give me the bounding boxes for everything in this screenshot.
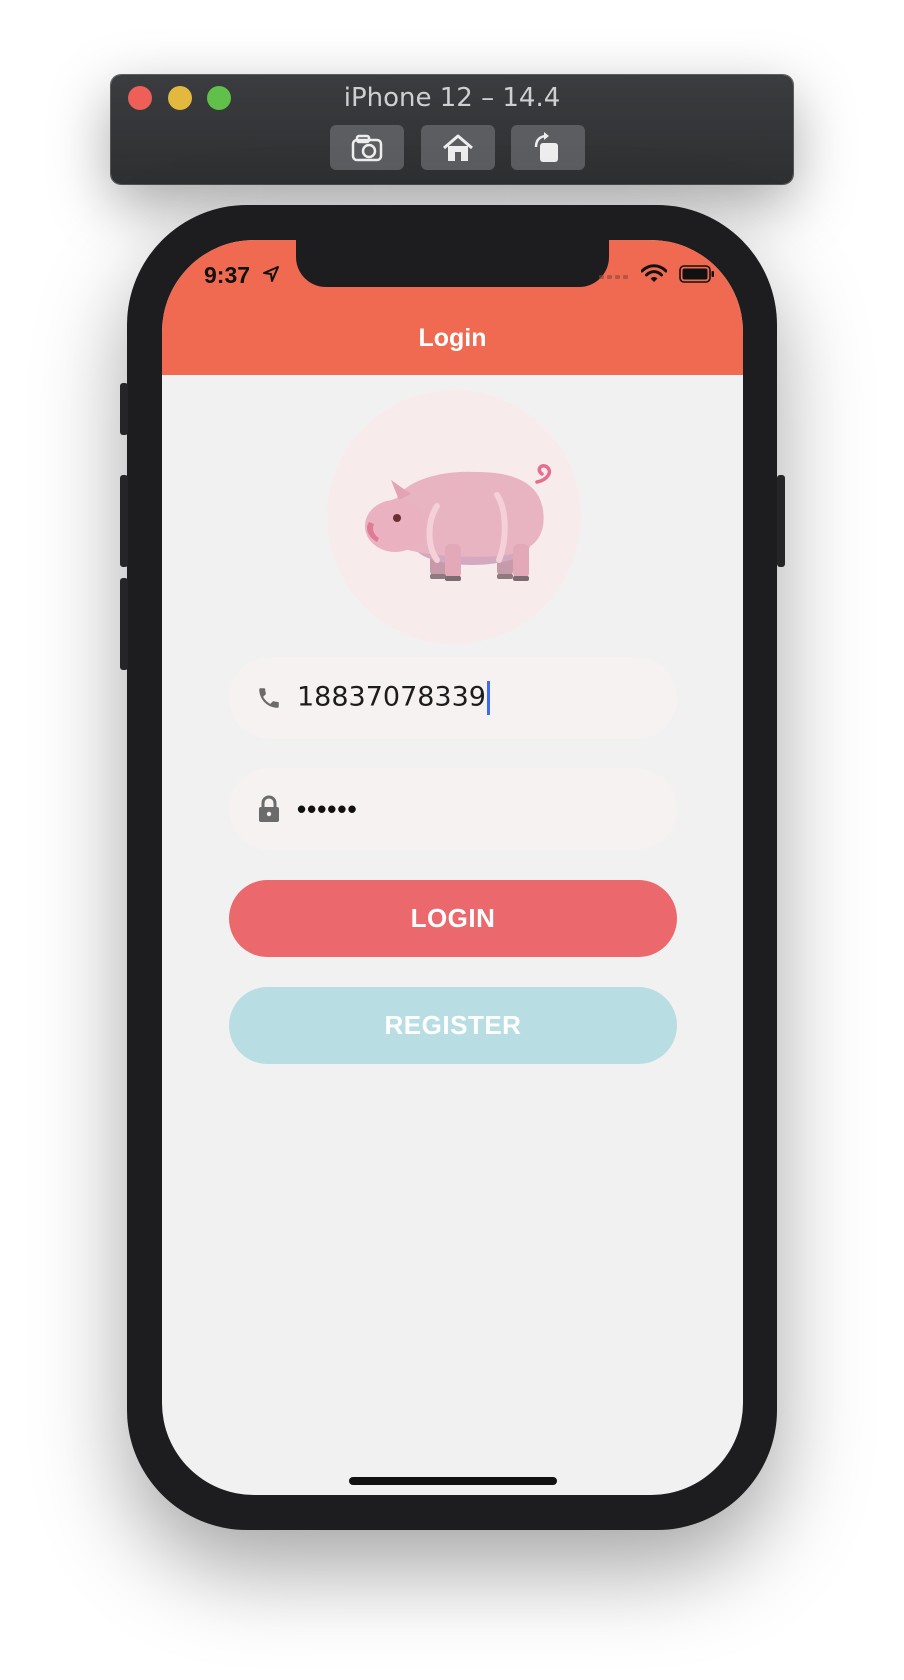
notch [296, 240, 609, 287]
simulator-title: iPhone 12 – 14.4 [343, 83, 561, 113]
wifi-icon [641, 264, 667, 282]
password-field[interactable]: •••••• [229, 768, 677, 850]
phone-input[interactable]: 18837078339 [297, 681, 490, 715]
register-button[interactable]: REGISTER [229, 987, 677, 1064]
nav-bar: 9:37 Login [162, 240, 743, 375]
phone-value: 18837078339 [297, 681, 486, 713]
page-title: Login [418, 324, 487, 352]
rotate-button[interactable] [511, 125, 585, 170]
home-indicator[interactable] [349, 1477, 557, 1485]
mute-switch [120, 383, 128, 435]
logo [327, 390, 581, 644]
app-screen: 9:37 Login 18837078339 •••••• LOGIN REGI… [162, 240, 743, 1495]
signal-icon [599, 275, 628, 279]
phone-field[interactable]: 18837078339 [229, 657, 677, 739]
battery-icon [679, 265, 714, 283]
rotate-icon [534, 131, 558, 162]
login-button[interactable]: LOGIN [229, 880, 677, 957]
password-input[interactable]: •••••• [297, 794, 358, 825]
location-arrow-icon [263, 266, 279, 282]
home-button[interactable] [421, 125, 495, 170]
screenshot-button[interactable] [330, 125, 404, 170]
phone-icon [255, 684, 283, 712]
lock-icon [255, 795, 283, 823]
volume-up-button [120, 475, 128, 567]
pig-icon [365, 464, 552, 581]
power-button [777, 475, 785, 567]
text-caret [486, 681, 490, 715]
camera-icon [351, 134, 383, 161]
status-time: 9:37 [204, 262, 251, 288]
volume-down-button [120, 578, 128, 670]
home-icon [443, 134, 473, 161]
status-icons [599, 264, 715, 284]
